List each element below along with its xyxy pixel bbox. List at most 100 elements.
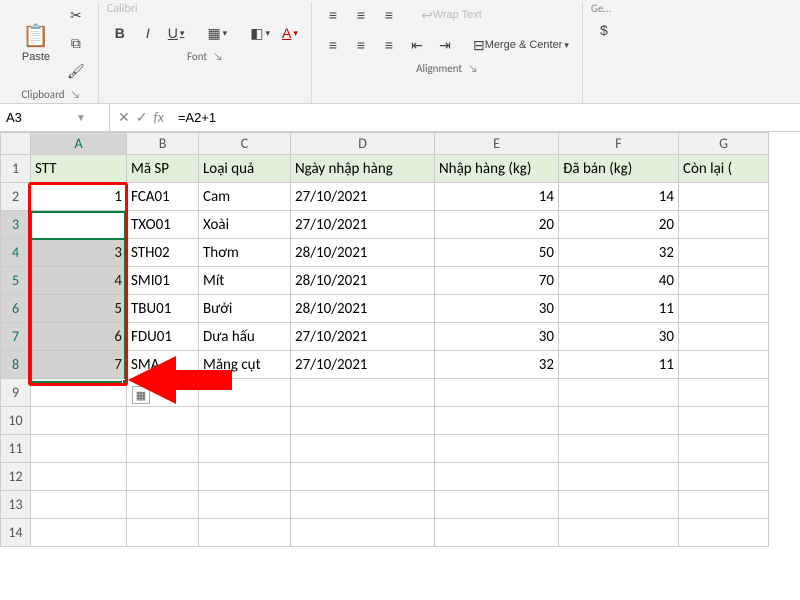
cell[interactable]: [559, 407, 679, 435]
currency-button[interactable]: $: [591, 17, 617, 43]
cell[interactable]: Loại quả: [199, 155, 291, 183]
row-header[interactable]: 12: [1, 463, 31, 491]
cell[interactable]: TXO01: [127, 211, 199, 239]
cell[interactable]: 6: [31, 323, 127, 351]
cell[interactable]: 7: [31, 351, 127, 379]
col-header[interactable]: B: [127, 133, 199, 155]
merge-center-button[interactable]: ⊟ Merge & Center▾: [468, 32, 574, 58]
cell[interactable]: 27/10/2021: [291, 211, 435, 239]
cell[interactable]: Dưa hấu: [199, 323, 291, 351]
cell[interactable]: [31, 407, 127, 435]
cell[interactable]: 20: [435, 211, 559, 239]
cell[interactable]: [679, 351, 769, 379]
cell[interactable]: [31, 463, 127, 491]
cell[interactable]: [559, 463, 679, 491]
cell[interactable]: 14: [435, 183, 559, 211]
cell[interactable]: Mít: [199, 267, 291, 295]
fill-handle[interactable]: [122, 379, 128, 385]
cell[interactable]: [679, 463, 769, 491]
col-header[interactable]: D: [291, 133, 435, 155]
cell[interactable]: 32: [435, 351, 559, 379]
cell[interactable]: 27/10/2021: [291, 323, 435, 351]
row-header[interactable]: 2: [1, 183, 31, 211]
cell[interactable]: 50: [435, 239, 559, 267]
cell[interactable]: [291, 491, 435, 519]
cell[interactable]: 30: [435, 295, 559, 323]
cell[interactable]: [679, 211, 769, 239]
col-header[interactable]: E: [435, 133, 559, 155]
cell[interactable]: [435, 379, 559, 407]
cell[interactable]: [291, 519, 435, 547]
cell[interactable]: 28/10/2021: [291, 239, 435, 267]
cell[interactable]: 28/10/2021: [291, 295, 435, 323]
autofill-options-button[interactable]: ▦: [132, 386, 150, 404]
cell[interactable]: 32: [559, 239, 679, 267]
cell[interactable]: [127, 519, 199, 547]
bold-button[interactable]: B: [107, 20, 133, 46]
formula-input[interactable]: [172, 110, 800, 125]
align-bottom-button[interactable]: ≡: [376, 2, 402, 28]
cell[interactable]: [199, 379, 291, 407]
cell[interactable]: 5: [31, 295, 127, 323]
cell[interactable]: SMI01: [127, 267, 199, 295]
cell[interactable]: 30: [559, 323, 679, 351]
cell[interactable]: [31, 435, 127, 463]
row-header[interactable]: 5: [1, 267, 31, 295]
cell[interactable]: Măng cụt: [199, 351, 291, 379]
chevron-down-icon[interactable]: ▼: [76, 111, 86, 124]
cell[interactable]: Còn lại (: [679, 155, 769, 183]
cell[interactable]: [679, 183, 769, 211]
cell[interactable]: [31, 519, 127, 547]
dialog-launcher-icon[interactable]: ↘: [468, 62, 478, 75]
cell[interactable]: [199, 435, 291, 463]
italic-button[interactable]: I: [135, 20, 161, 46]
cell[interactable]: STT: [31, 155, 127, 183]
cell[interactable]: 70: [435, 267, 559, 295]
cell[interactable]: 2: [31, 211, 127, 239]
paste-button[interactable]: 📋 Paste: [12, 15, 60, 71]
cell[interactable]: [679, 323, 769, 351]
cell[interactable]: [291, 407, 435, 435]
align-middle-button[interactable]: ≡: [348, 2, 374, 28]
cell[interactable]: FCA01: [127, 183, 199, 211]
increase-indent-button[interactable]: ⇥: [432, 32, 458, 58]
borders-button[interactable]: ▦▾: [202, 20, 232, 46]
align-center-button[interactable]: ≡: [348, 32, 374, 58]
cell[interactable]: Ngày nhập hàng: [291, 155, 435, 183]
cell[interactable]: 4: [31, 267, 127, 295]
format-painter-button[interactable]: 🖌: [62, 58, 90, 84]
cell[interactable]: 1: [31, 183, 127, 211]
cell[interactable]: [199, 463, 291, 491]
decrease-indent-button[interactable]: ⇤: [404, 32, 430, 58]
worksheet-grid[interactable]: A B C D E F G 1 STT Mã SP Loại quả Ngày …: [0, 132, 769, 547]
cell[interactable]: 28/10/2021: [291, 267, 435, 295]
cell[interactable]: [199, 491, 291, 519]
fill-color-button[interactable]: ◧▾: [245, 20, 275, 46]
cell[interactable]: [199, 407, 291, 435]
row-header[interactable]: 1: [1, 155, 31, 183]
cell[interactable]: Xoài: [199, 211, 291, 239]
row-header[interactable]: 7: [1, 323, 31, 351]
col-header[interactable]: F: [559, 133, 679, 155]
dialog-launcher-icon[interactable]: ↘: [213, 50, 223, 63]
cell[interactable]: [127, 435, 199, 463]
cell[interactable]: [559, 435, 679, 463]
cell[interactable]: [559, 379, 679, 407]
row-header[interactable]: 14: [1, 519, 31, 547]
cell[interactable]: [679, 519, 769, 547]
align-top-button[interactable]: ≡: [320, 2, 346, 28]
cell[interactable]: 20: [559, 211, 679, 239]
select-all-corner[interactable]: [1, 133, 31, 155]
underline-button[interactable]: U▾: [163, 20, 190, 46]
row-header[interactable]: 11: [1, 435, 31, 463]
cell[interactable]: [435, 463, 559, 491]
cell[interactable]: 3: [31, 239, 127, 267]
cell[interactable]: 40: [559, 267, 679, 295]
cut-button[interactable]: ✂: [62, 2, 90, 28]
row-header[interactable]: 3: [1, 211, 31, 239]
cell[interactable]: 11: [559, 295, 679, 323]
cell[interactable]: [435, 519, 559, 547]
cell[interactable]: [435, 435, 559, 463]
name-box-input[interactable]: [6, 110, 76, 125]
cell[interactable]: [679, 407, 769, 435]
